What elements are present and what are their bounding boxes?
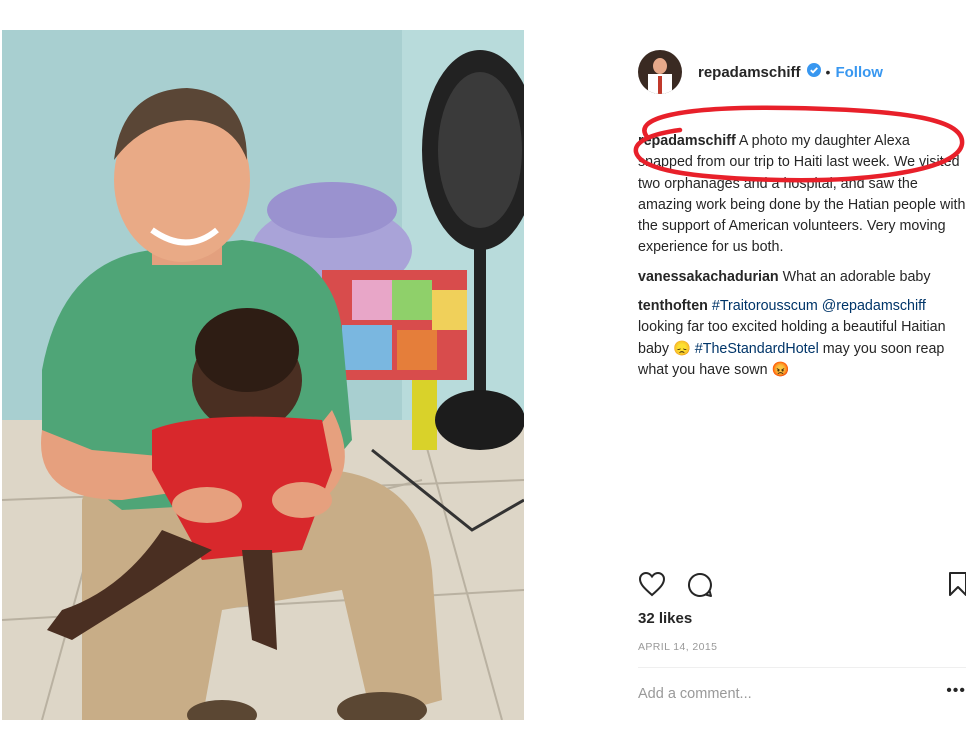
comment-text: What an adorable baby [782, 268, 931, 285]
more-options-button[interactable]: ••• [946, 682, 966, 700]
heart-icon[interactable] [638, 571, 666, 602]
comment-item: vanessakachadurian What an adorable baby [638, 267, 966, 288]
verified-badge-icon [806, 62, 821, 82]
post-panel: repadamschiff • Follow repadamschiff A p… [638, 45, 966, 729]
hashtag-link[interactable]: #Traitorousscum [712, 298, 818, 314]
post-username[interactable]: repadamschiff [698, 64, 801, 81]
comment-icon[interactable] [686, 571, 714, 604]
caption-username[interactable]: repadamschiff [638, 133, 736, 149]
comments-list: repadamschiff A photo my daughter Alexa … [638, 131, 966, 389]
follow-button[interactable]: Follow [835, 64, 883, 81]
comment-username[interactable]: tenthoften [638, 298, 708, 314]
comment-username[interactable]: vanessakachadurian [638, 269, 779, 285]
comment-item: tenthoften #Traitorousscum @repadamschif… [638, 296, 966, 381]
post-photo[interactable] [2, 30, 524, 720]
bookmark-icon[interactable] [948, 571, 966, 602]
add-comment-input[interactable]: Add a comment... [638, 686, 752, 702]
post-header: repadamschiff • Follow [638, 45, 966, 99]
likes-count[interactable]: 32 likes [638, 610, 692, 627]
separator-dot: • [825, 64, 831, 80]
caption: repadamschiff A photo my daughter Alexa … [638, 131, 966, 259]
mention-link[interactable]: @repadamschiff [822, 298, 926, 314]
photo-scene [2, 30, 524, 720]
avatar-image [638, 50, 682, 94]
action-bar [638, 571, 966, 603]
divider [638, 667, 966, 668]
avatar[interactable] [638, 50, 682, 94]
post-date: APRIL 14, 2015 [638, 641, 718, 653]
caption-text: A photo my daughter Alexa snapped from o… [638, 133, 966, 256]
hashtag-link[interactable]: #TheStandardHotel [695, 341, 819, 357]
